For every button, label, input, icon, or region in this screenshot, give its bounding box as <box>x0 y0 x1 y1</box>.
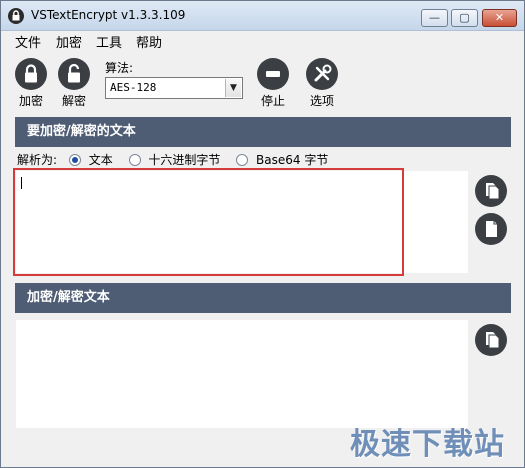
stop-label: 停止 <box>260 94 285 108</box>
lock-icon <box>15 58 47 90</box>
copy-button[interactable] <box>475 324 507 356</box>
minimize-button[interactable]: — <box>421 9 448 27</box>
tools-icon <box>306 58 338 90</box>
unlock-icon <box>58 58 90 90</box>
decrypt-label: 解密 <box>61 94 86 108</box>
options-label: 选项 <box>309 94 334 108</box>
radio-base64-bytes[interactable] <box>236 153 249 166</box>
app-window: VSTextEncrypt v1.3.3.109 — ▢ ✕ 文件 加密 工具 … <box>0 0 525 468</box>
maximize-button[interactable]: ▢ <box>451 9 478 27</box>
app-lock-icon <box>8 8 24 24</box>
stop-button[interactable]: 停止 <box>255 58 291 109</box>
input-section-header: 要加密/解密的文本 <box>15 117 511 147</box>
paste-icon <box>486 183 500 200</box>
radio-text[interactable] <box>68 153 81 166</box>
copy-icon <box>486 332 500 349</box>
algorithm-select[interactable]: AES-128 ▼ <box>105 77 243 99</box>
menu-encrypt[interactable]: 加密 <box>56 32 82 51</box>
radio-hex-bytes[interactable] <box>128 153 141 166</box>
algorithm-value: AES-128 <box>110 81 157 94</box>
menu-help[interactable]: 帮助 <box>136 32 162 51</box>
radio-text-label[interactable]: 文本 <box>89 151 113 168</box>
options-button[interactable]: 选项 <box>304 58 340 109</box>
title-bar: VSTextEncrypt v1.3.3.109 — ▢ ✕ <box>1 1 524 31</box>
stop-icon <box>257 58 289 90</box>
text-caret <box>21 177 22 189</box>
radio-base64-label[interactable]: Base64 字节 <box>256 151 328 168</box>
algorithm-label: 算法: <box>105 61 134 75</box>
output-text-area[interactable] <box>16 320 468 428</box>
menu-file[interactable]: 文件 <box>15 32 41 51</box>
chevron-down-icon[interactable]: ▼ <box>225 79 241 97</box>
encrypt-label: 加密 <box>18 94 43 108</box>
encrypt-button[interactable]: 加密 <box>13 58 49 109</box>
decrypt-button[interactable]: 解密 <box>56 58 92 109</box>
window-title: VSTextEncrypt v1.3.3.109 <box>31 8 186 22</box>
close-button[interactable]: ✕ <box>482 9 517 27</box>
menu-tools[interactable]: 工具 <box>96 32 122 51</box>
parse-as-label: 解析为: <box>17 153 58 167</box>
menu-bar: 文件 加密 工具 帮助 <box>1 31 524 51</box>
highlight-box <box>13 168 404 276</box>
paste-button[interactable] <box>475 175 507 207</box>
watermark-text: 极速下载站 <box>350 427 505 462</box>
radio-hex-label[interactable]: 十六进制字节 <box>148 151 220 168</box>
new-document-icon <box>486 221 497 237</box>
parse-as-row: 解析为: 文本 十六进制字节 Base64 字节 <box>17 151 328 167</box>
output-section-header: 加密/解密文本 <box>15 283 511 313</box>
new-document-button[interactable] <box>475 213 507 245</box>
